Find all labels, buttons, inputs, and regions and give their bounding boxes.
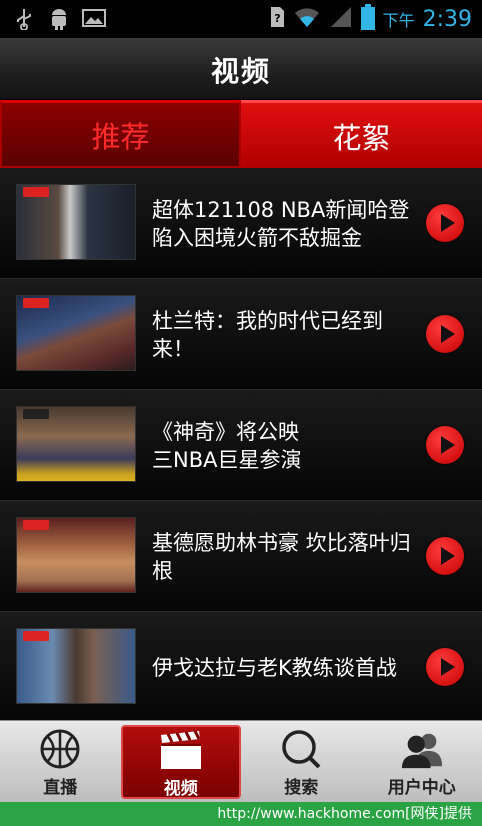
page-title: 视频 (210, 55, 271, 88)
video-title[interactable]: 杜兰特：我的时代已经到来！ (152, 279, 414, 390)
status-bar: ? 下午 2:39 (0, 0, 482, 38)
play-button[interactable] (426, 315, 464, 353)
video-title[interactable]: 《神奇》将公映 三NBA巨星参演 (152, 390, 414, 501)
nav-label: 搜索 (284, 778, 319, 798)
title-bar: 视频 (0, 38, 482, 100)
nav-live[interactable]: 直播 (0, 721, 121, 803)
basketball-icon (38, 727, 82, 771)
video-list-item[interactable]: 杜兰特：我的时代已经到来！ (0, 279, 482, 390)
nav-label: 用户中心 (387, 778, 456, 798)
watermark-footer: http://www.hackhome.com[网侠]提供 (0, 802, 482, 826)
video-list-item[interactable]: 伊戈达拉与老K教练谈首战 (0, 612, 482, 720)
users-icon (400, 727, 444, 771)
channel-logo (23, 520, 49, 530)
play-button[interactable] (426, 537, 464, 575)
signal-icon (329, 5, 353, 33)
channel-logo (23, 409, 49, 419)
video-list-item[interactable]: 《神奇》将公映 三NBA巨星参演 (0, 390, 482, 501)
clock-time: 2:39 (422, 6, 472, 32)
nav-search[interactable]: 搜索 (241, 721, 362, 803)
channel-logo (23, 631, 49, 641)
sim-unknown-icon: ? (269, 5, 285, 33)
video-title[interactable]: 基德愿助林书豪 坎比落叶归根 (152, 501, 414, 612)
video-title[interactable]: 超体121108 NBA新闻哈登陷入困境火箭不敌掘金 (152, 168, 414, 279)
video-thumbnail[interactable] (16, 184, 136, 260)
tab-highlights[interactable]: 花絮 (241, 100, 482, 168)
tab-label: 花絮 (332, 120, 391, 155)
usb-icon (14, 8, 34, 31)
play-icon (440, 325, 455, 343)
video-list-item[interactable]: 超体121108 NBA新闻哈登陷入困境火箭不敌掘金 (0, 168, 482, 279)
channel-logo (23, 187, 49, 197)
nav-video[interactable]: 视频 (120, 725, 241, 799)
play-icon (440, 658, 455, 676)
video-thumbnail[interactable] (16, 295, 136, 371)
nav-label: 视频 (163, 779, 198, 799)
play-icon (440, 547, 455, 565)
video-list-item[interactable]: 基德愿助林书豪 坎比落叶归根 (0, 501, 482, 612)
svg-text:?: ? (274, 12, 280, 25)
video-title[interactable]: 伊戈达拉与老K教练谈首战 (152, 612, 414, 720)
search-icon (279, 727, 323, 771)
tab-label: 推荐 (91, 119, 150, 154)
video-thumbnail[interactable] (16, 628, 136, 704)
wifi-icon (293, 5, 321, 33)
video-list[interactable]: 超体121108 NBA新闻哈登陷入困境火箭不敌掘金 杜兰特：我的时代已经到来！… (0, 168, 482, 720)
image-icon (82, 8, 106, 30)
tab-bar: 推荐 花絮 (0, 100, 482, 168)
play-button[interactable] (426, 204, 464, 242)
play-icon (440, 214, 455, 232)
clock-ampm: 下午 (382, 11, 415, 30)
battery-icon (360, 4, 375, 34)
android-icon (48, 8, 68, 30)
clapperboard-icon (159, 729, 203, 773)
bottom-nav: 直播 视频 搜索 用户中心 (0, 720, 482, 802)
play-icon (440, 436, 455, 454)
video-thumbnail[interactable] (16, 517, 136, 593)
play-button[interactable] (426, 648, 464, 686)
nav-label: 直播 (43, 778, 78, 798)
play-button[interactable] (426, 426, 464, 464)
nav-user-center[interactable]: 用户中心 (362, 721, 482, 803)
video-thumbnail[interactable] (16, 406, 136, 482)
channel-logo (23, 298, 49, 308)
tab-recommended[interactable]: 推荐 (0, 100, 241, 168)
